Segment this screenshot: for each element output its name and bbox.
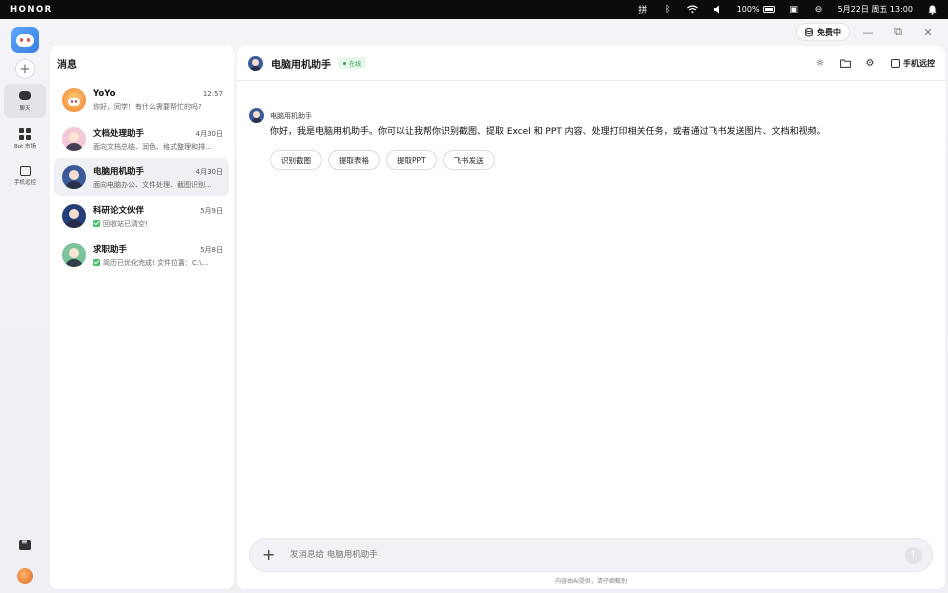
message-input[interactable] [290,550,905,560]
send-button[interactable]: ↑ [905,546,922,564]
ai-disclaimer: 内容由AI提供，请仔细甄别 [555,578,627,585]
avatar [62,165,86,189]
chip-recognize-screenshot[interactable]: 识别截图 [270,150,322,170]
feedback-icon[interactable] [19,537,31,550]
conversation-item-doc-assistant[interactable]: 文档处理助手 4月30日 面向文档总结、润色、格式整理和排... [54,120,229,158]
conversation-time: 12:57 [202,89,223,98]
message-composer: + ↑ [249,538,933,572]
check-icon [93,258,100,266]
avatar [62,88,86,112]
conversation-time: 5月9日 [200,206,223,215]
control-center-icon[interactable]: ▣ [788,4,800,16]
conversation-name: YoYo [93,88,116,99]
chat-bubble-icon [19,90,31,102]
conversation-item-job-assistant[interactable]: 求职助手 5月8日 简历已优化完成! 文件位置：C:\... [54,236,229,274]
conversation-name: 文档处理助手 [93,128,145,139]
close-button[interactable]: ✕ [916,22,940,42]
minimize-button[interactable]: — [856,22,880,42]
chip-feishu-send[interactable]: 飞书发送 [442,150,495,170]
chat-panel: 电脑用机助手 在线 ☼ ⚙ 手机远控 电脑用机助手 你好，我是电脑用机助手。你可… [237,46,945,589]
user-avatar[interactable] [17,568,33,584]
conversation-preview: 简历已优化完成! 文件位置：C:\... [103,258,209,267]
conversation-name: 电脑用机助手 [93,166,145,177]
rail-item-chat[interactable]: 聊天 [4,84,46,118]
chip-extract-ppt[interactable]: 提取PPT [386,150,437,170]
conversation-preview: 回收站已清空! [103,219,148,228]
left-rail: + 聊天 Bot 市场 手机远控 [0,19,50,593]
grid-icon [19,128,31,140]
phone-remote-label: 手机远控 [903,59,935,68]
avatar [62,204,86,228]
conversation-item-yoyo[interactable]: YoYo 12:57 你好，同学！有什么需要帮忙的吗? [54,81,229,119]
attach-plus-button[interactable]: + [262,547,276,563]
quick-actions: 识别截图 提取表格 提取PPT 飞书发送 [270,150,909,170]
message-list-panel: 消息 YoYo 12:57 你好，同学！有什么需要帮忙的吗? 文档处理助手 4月… [50,46,234,589]
avatar [249,108,264,123]
assistant-message: 电脑用机助手 你好，我是电脑用机助手。你可以让我帮你识别截图、提取 Excel … [249,108,909,170]
restore-button[interactable]: ⧉ [886,22,910,42]
free-badge-label: 免费中 [817,27,841,37]
avatar [62,243,86,267]
wifi-icon[interactable] [687,4,699,16]
folder-icon[interactable] [839,58,851,70]
system-status-bar: HONOR 拼 ᛒ 100% ▣ ⊖ 5月22日 周五 13:00 [0,0,948,19]
conversation-time: 4月30日 [195,167,223,176]
system-datetime[interactable]: 5月22日 周五 13:00 [838,4,913,15]
volume-icon[interactable] [712,4,724,16]
sun-icon[interactable]: ☼ [814,58,826,70]
conversation-preview: 面向文档总结、润色、格式整理和排... [93,142,212,151]
rail-item-label: 手机远控 [13,180,36,186]
coin-icon [805,27,813,36]
avatar [62,127,86,151]
input-method-icon[interactable]: 拼 [637,4,649,16]
conversation-name: 科研论文伙伴 [93,205,145,216]
rail-item-phone-remote[interactable]: 手机远控 [4,159,46,193]
sync-icon[interactable]: ⊖ [813,4,825,16]
chip-extract-table[interactable]: 提取表格 [328,150,380,170]
gear-icon[interactable]: ⚙ [864,58,876,70]
status-badge: 在线 [338,57,367,69]
battery-icon [762,6,775,13]
chat-header: 电脑用机助手 在线 ☼ ⚙ 手机远控 [237,46,945,81]
new-chat-button[interactable]: + [15,59,35,79]
system-brand: HONOR [10,4,53,15]
avatar [248,55,263,71]
status-label: 在线 [349,60,362,68]
rail-item-label: Bot 市场 [13,144,37,150]
app-logo-icon[interactable] [11,27,39,53]
battery-percent: 100% [736,5,760,14]
free-badge[interactable]: 免费中 [796,23,850,41]
conversation-item-research-partner[interactable]: 科研论文伙伴 5月9日 回收站已清空! [54,197,229,235]
phone-remote-icon [19,166,31,176]
conversation-preview: 你好，同学！有什么需要帮忙的吗? [93,102,202,111]
window-controls: 免费中 — ⧉ ✕ [796,19,948,45]
conversation-time: 5月8日 [200,245,223,254]
phone-remote-button[interactable]: 手机远控 [891,58,935,69]
conversation-name: 求职助手 [93,244,128,255]
rail-item-label: 聊天 [19,105,31,112]
battery-indicator[interactable]: 100% [737,5,775,14]
bluetooth-icon[interactable]: ᛒ [662,4,674,16]
message-text: 你好，我是电脑用机助手。你可以让我帮你识别截图、提取 Excel 和 PPT 内… [270,127,826,137]
rail-item-bot-market[interactable]: Bot 市场 [4,122,46,156]
message-list-title: 消息 [57,60,77,71]
conversation-item-pc-assistant[interactable]: 电脑用机助手 4月30日 面向电脑办公、文件处理、截图识别... [54,158,229,196]
phone-remote-icon [891,59,900,68]
conversation-preview: 面向电脑办公、文件处理、截图识别... [93,180,212,189]
message-sender: 电脑用机助手 [270,111,312,120]
check-icon [93,219,100,227]
conversation-time: 4月30日 [195,129,223,138]
app-window: + 聊天 Bot 市场 手机远控 免费中 — ⧉ ✕ 消息 [0,19,948,593]
chat-title: 电脑用机助手 [271,59,331,71]
notification-bell-icon[interactable] [926,4,938,16]
